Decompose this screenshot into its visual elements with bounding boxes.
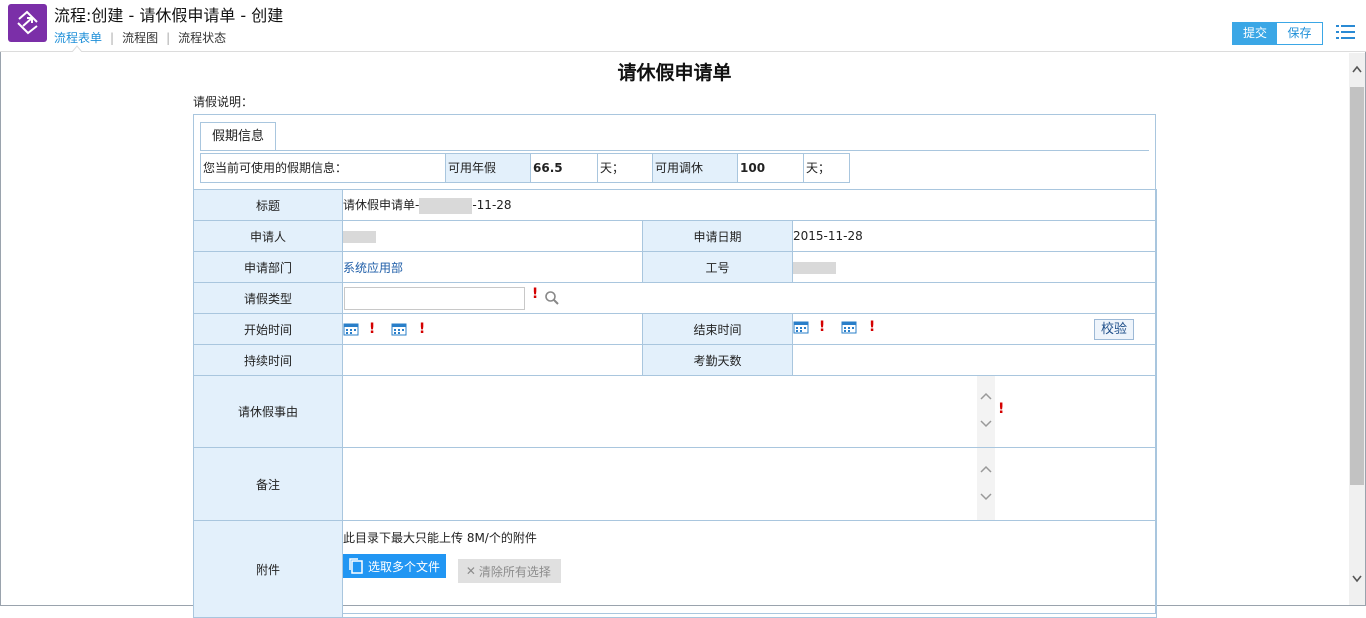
apply-date-value: 2015-11-28 <box>792 220 1157 252</box>
required-icon: ! <box>868 318 876 335</box>
action-buttons: 提交 保存 <box>1232 22 1323 45</box>
comp-leave-label: 可用调休 <box>653 154 738 182</box>
attendance-days-label: 考勤天数 <box>642 344 793 376</box>
calendar-icon[interactable] <box>841 320 857 334</box>
required-icon: ! <box>998 401 1005 417</box>
leave-type-label: 请假类型 <box>193 282 343 314</box>
scroll-up-icon[interactable] <box>1352 65 1362 73</box>
row-department: 申请部门 系统应用部 工号 <box>193 251 1157 283</box>
files-icon <box>349 558 363 574</box>
row-duration: 持续时间 考勤天数 <box>193 344 1157 376</box>
search-icon[interactable] <box>544 290 560 306</box>
scroll-up-icon[interactable] <box>980 392 992 400</box>
row-applicant: 申请人 申请日期 2015-11-28 <box>193 220 1157 252</box>
reason-label: 请休假事由 <box>193 375 343 448</box>
title-suffix: -11-28 <box>472 198 512 213</box>
row-time: 开始时间 ! ! 结束时间 ! ! 校验 <box>193 313 1157 345</box>
calendar-icon[interactable] <box>343 322 359 336</box>
leave-type-input[interactable] <box>344 286 525 310</box>
textarea-scrollbar[interactable] <box>977 448 995 520</box>
pick-files-label: 选取多个文件 <box>368 559 441 574</box>
active-tab-caret-icon <box>72 45 82 52</box>
leave-quota-row: 您当前可使用的假期信息： 可用年假 66.5 天； 可用调休 100 天； <box>200 153 850 183</box>
clear-selection-button[interactable]: ✕ 清除所有选择 <box>457 559 561 583</box>
applicant-label: 申请人 <box>193 220 343 252</box>
clear-selection-label: 清除所有选择 <box>478 564 551 579</box>
scroll-down-icon[interactable] <box>980 493 992 501</box>
apply-date-label: 申请日期 <box>642 220 793 252</box>
nav-separator: | <box>110 30 115 45</box>
annual-leave-unit: 天； <box>598 154 653 182</box>
scroll-down-icon[interactable] <box>1352 575 1362 583</box>
title-label: 标题 <box>193 189 343 221</box>
employee-no-label: 工号 <box>642 251 793 283</box>
title-value: 请休假申请单- -11-28 <box>342 189 1157 221</box>
description-label: 请假说明： <box>193 95 254 109</box>
required-icon: ! <box>418 321 426 337</box>
attendance-days-value <box>792 344 1157 376</box>
row-attachment: 附件 此目录下最大只能上传 8M/个的附件 选取多个文件 ✕ 清除所有选择 <box>193 520 1157 618</box>
duration-label: 持续时间 <box>193 344 343 376</box>
duration-value <box>342 344 643 376</box>
vertical-scrollbar[interactable] <box>1349 53 1365 605</box>
quota-label: 您当前可使用的假期信息： <box>201 154 446 182</box>
attachment-label: 附件 <box>193 520 343 618</box>
comp-leave-value: 100 <box>738 154 804 182</box>
close-icon: ✕ <box>465 564 476 578</box>
scroll-down-icon[interactable] <box>980 420 992 428</box>
tab-divider <box>200 150 1149 151</box>
department-link[interactable]: 系统应用部 <box>343 261 403 275</box>
required-icon: ! <box>368 321 376 337</box>
app-logo-icon <box>8 4 47 42</box>
annual-leave-label: 可用年假 <box>446 154 531 182</box>
row-reason: 请休假事由 ! <box>193 375 1157 448</box>
textarea-scrollbar[interactable] <box>977 376 995 447</box>
department-label: 申请部门 <box>193 251 343 283</box>
redacted-applicant <box>343 230 376 243</box>
tab-flow-chart[interactable]: 流程图 <box>122 29 158 46</box>
tab-flow-status[interactable]: 流程状态 <box>178 29 226 46</box>
calendar-icon[interactable] <box>391 322 407 336</box>
check-button[interactable]: 校验 <box>1094 318 1134 340</box>
redacted-employee-no <box>793 261 836 274</box>
tab-leave-info[interactable]: 假期信息 <box>200 122 276 151</box>
required-icon: ! <box>818 318 826 335</box>
row-remark: 备注 <box>193 447 1157 521</box>
flow-nav: 流程表单 | 流程图 | 流程状态 <box>54 29 226 46</box>
redacted-name <box>419 197 473 214</box>
attachment-note: 此目录下最大只能上传 8M/个的附件 <box>343 531 537 545</box>
comp-leave-unit: 天； <box>806 161 831 175</box>
applicant-value <box>342 220 643 252</box>
remark-textarea[interactable] <box>343 448 995 520</box>
header: 流程:创建 - 请休假申请单 - 创建 流程表单 | 流程图 | 流程状态 提交… <box>0 0 1366 52</box>
tab-flow-form[interactable]: 流程表单 <box>54 29 102 46</box>
window-title: 流程:创建 - 请休假申请单 - 创建 <box>54 6 284 25</box>
required-icon: ! <box>531 286 539 302</box>
end-time-label: 结束时间 <box>642 313 793 345</box>
form-grid: 标题 请休假申请单- -11-28 申请人 申请日期 2015-11-28 申请部… <box>193 189 1157 618</box>
calendar-icon[interactable] <box>793 320 809 334</box>
pick-files-button[interactable]: 选取多个文件 <box>343 554 447 578</box>
menu-list-icon[interactable] <box>1336 24 1356 40</box>
title-prefix: 请休假申请单- <box>343 198 420 213</box>
nav-separator: | <box>166 30 171 45</box>
employee-no-value <box>792 251 1157 283</box>
save-button[interactable]: 保存 <box>1277 23 1322 44</box>
submit-button[interactable]: 提交 <box>1233 23 1277 44</box>
annual-leave-value: 66.5 <box>531 154 598 182</box>
remark-label: 备注 <box>193 447 343 521</box>
scrollbar-thumb[interactable] <box>1350 87 1364 485</box>
form-title: 请休假申请单 <box>617 62 732 84</box>
scroll-up-icon[interactable] <box>980 465 992 473</box>
start-time-label: 开始时间 <box>193 313 343 345</box>
row-title: 标题 请休假申请单- -11-28 <box>193 189 1157 221</box>
reason-textarea[interactable] <box>343 376 995 447</box>
row-leave-type: 请假类型 ! <box>193 282 1157 314</box>
